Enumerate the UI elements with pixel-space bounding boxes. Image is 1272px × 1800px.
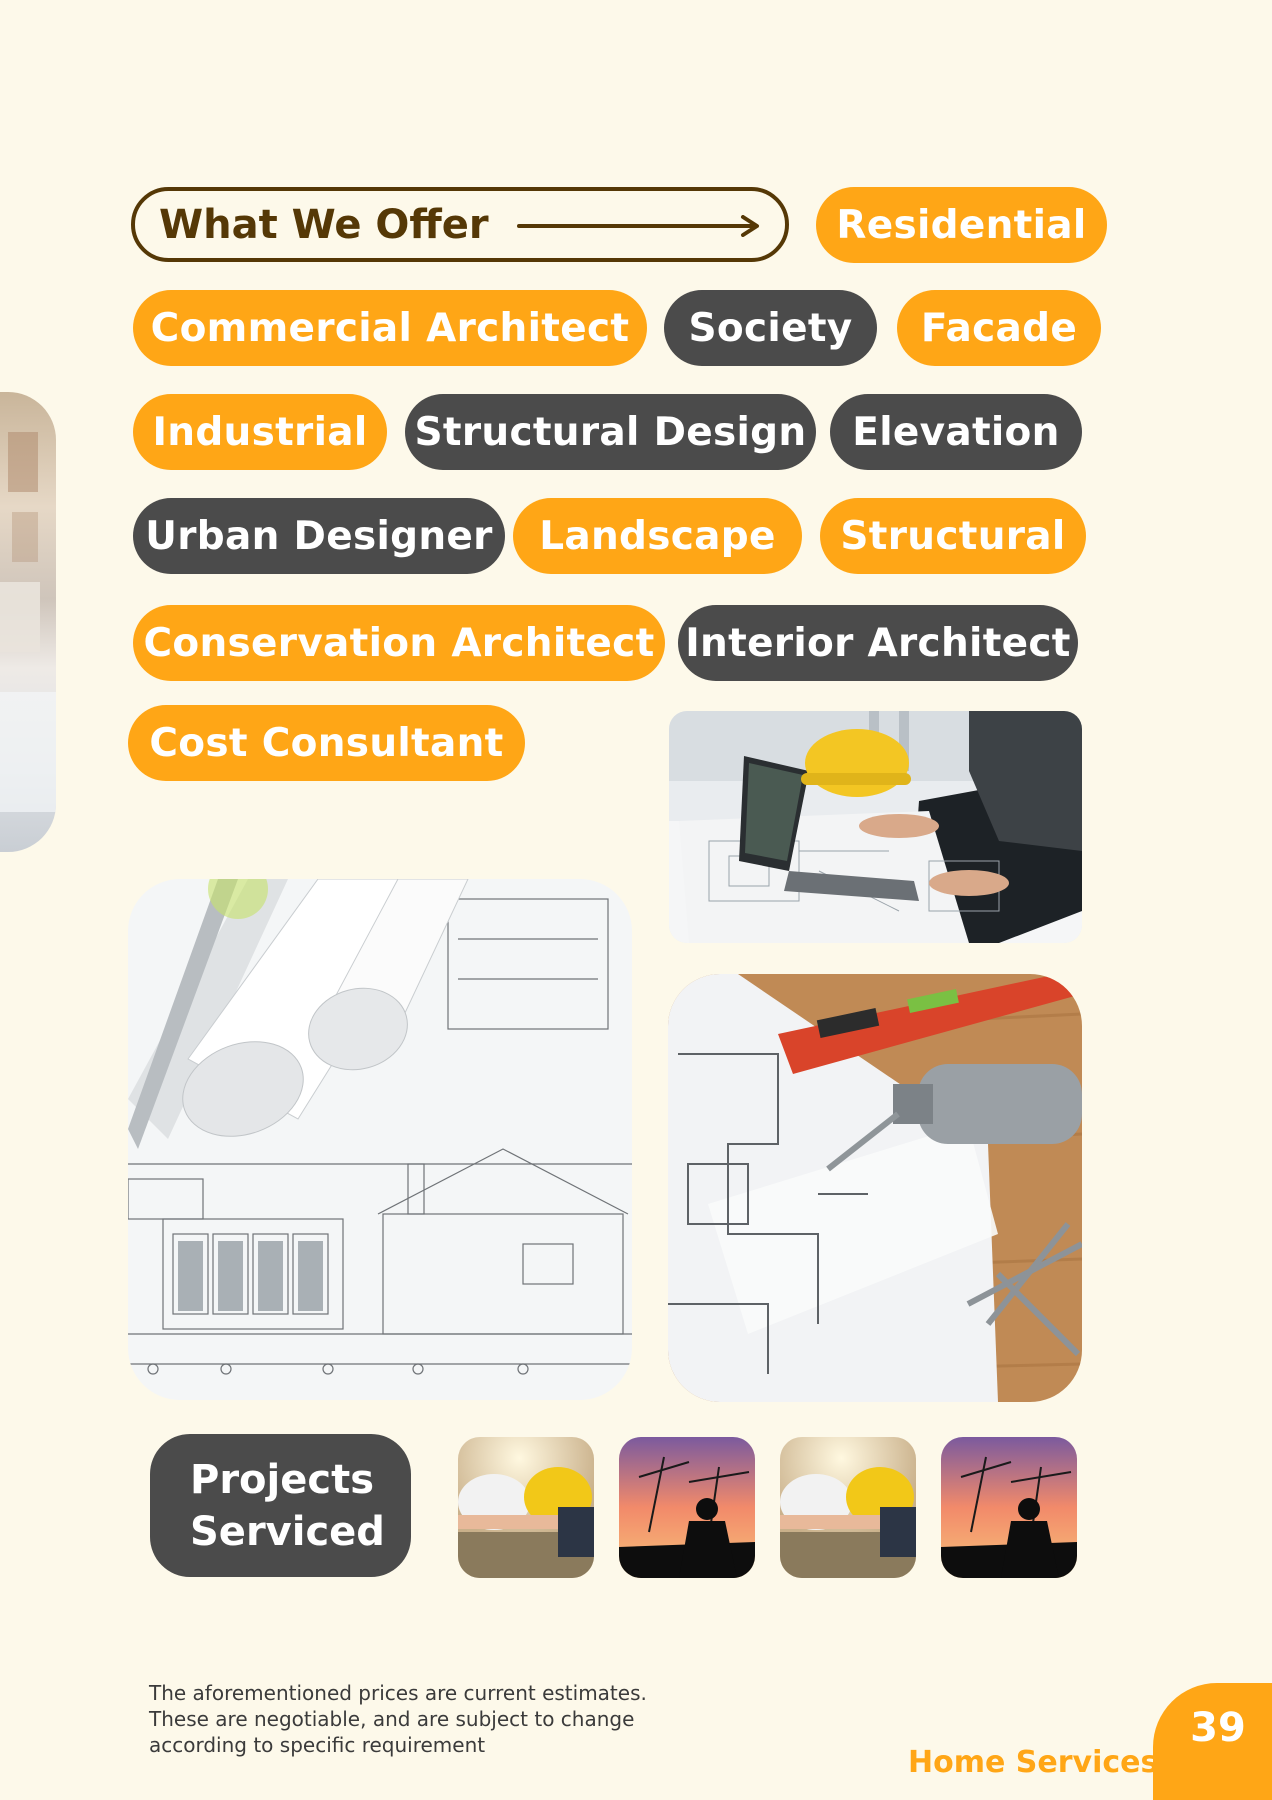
brochure-page: What We Offer Residential Commercial Arc… [0, 0, 1272, 1800]
page-number: 39 [1190, 1705, 1246, 1751]
what-we-offer-heading: What We Offer [131, 187, 789, 262]
tag-industrial: Industrial [133, 394, 387, 470]
projects-line-1: Projects [190, 1457, 375, 1503]
tag-conservation-architect: Conservation Architect [133, 605, 665, 681]
tag-cost-consultant: Cost Consultant [128, 705, 525, 781]
edge-construction-photo [0, 392, 56, 852]
tag-residential: Residential [816, 187, 1107, 263]
tag-urban-designer: Urban Designer [133, 498, 505, 574]
thumbnail-helmets-photo-2 [780, 1437, 916, 1578]
disclaimer-line-1: The aforementioned prices are current es… [149, 1681, 647, 1705]
blueprints-photo [128, 879, 632, 1400]
offer-label: What We Offer [159, 201, 489, 248]
tag-facade: Facade [897, 290, 1101, 366]
tag-structural-design: Structural Design [405, 394, 816, 470]
page-number-tab: 39 [1153, 1683, 1272, 1800]
arrow-right-icon [517, 215, 759, 237]
tag-society: Society [664, 290, 877, 366]
footer-brand: Home Services [908, 1745, 1159, 1780]
thumbnail-sunset-crane-photo [619, 1437, 755, 1578]
disclaimer-line-2: These are negotiable, and are subject to… [149, 1707, 635, 1731]
tag-interior-architect: Interior Architect [678, 605, 1078, 681]
tag-structural: Structural [820, 498, 1086, 574]
tag-landscape: Landscape [513, 498, 802, 574]
architect-laptop-photo [669, 711, 1082, 943]
thumbnail-helmets-photo [458, 1437, 594, 1578]
projects-line-2: Serviced [190, 1509, 385, 1555]
thumbnail-sunset-crane-photo-2 [941, 1437, 1077, 1578]
projects-serviced-label: Projects Serviced [150, 1434, 411, 1577]
tools-floorplan-photo [668, 974, 1082, 1402]
disclaimer-line-3: according to specific requirement [149, 1733, 486, 1757]
tag-commercial-architect: Commercial Architect [133, 290, 647, 366]
price-disclaimer: The aforementioned prices are current es… [149, 1680, 749, 1758]
tag-elevation: Elevation [830, 394, 1082, 470]
